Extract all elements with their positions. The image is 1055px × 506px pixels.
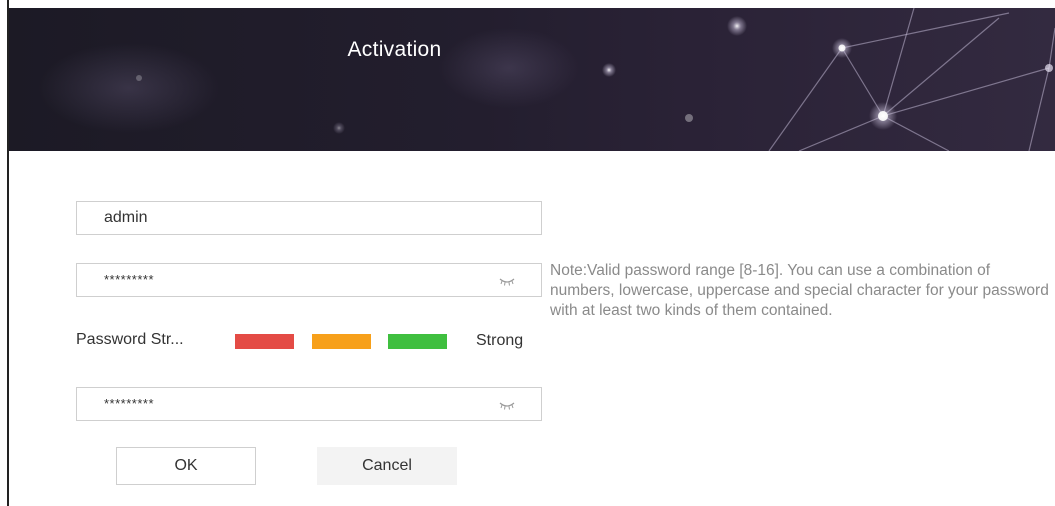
confirm-password-input[interactable]: ********* <box>76 387 542 421</box>
password-input[interactable]: ********* <box>76 263 542 297</box>
ok-button[interactable]: OK <box>116 447 256 485</box>
password-mask: ********* <box>104 272 155 287</box>
strength-bar-weak <box>235 334 294 349</box>
password-note: Note:Valid password range [8-16]. You ca… <box>550 262 1049 319</box>
username-input[interactable]: admin <box>76 201 542 235</box>
strength-level-text: Strong <box>476 332 524 349</box>
eye-closed-icon[interactable] <box>499 400 515 410</box>
dialog-title: Activation <box>347 38 442 61</box>
window-left-border <box>0 0 9 506</box>
eye-closed-icon[interactable] <box>499 276 515 286</box>
strength-bar-strong <box>388 334 447 349</box>
username-value: admin <box>104 209 148 226</box>
password-strength-label: Password Str... <box>76 331 184 348</box>
confirm-password-mask: ********* <box>104 396 155 411</box>
dialog-header: Activation <box>9 8 1055 151</box>
network-background-graphic <box>39 8 1055 151</box>
cancel-button[interactable]: Cancel <box>317 447 457 485</box>
strength-bar-medium <box>312 334 371 349</box>
